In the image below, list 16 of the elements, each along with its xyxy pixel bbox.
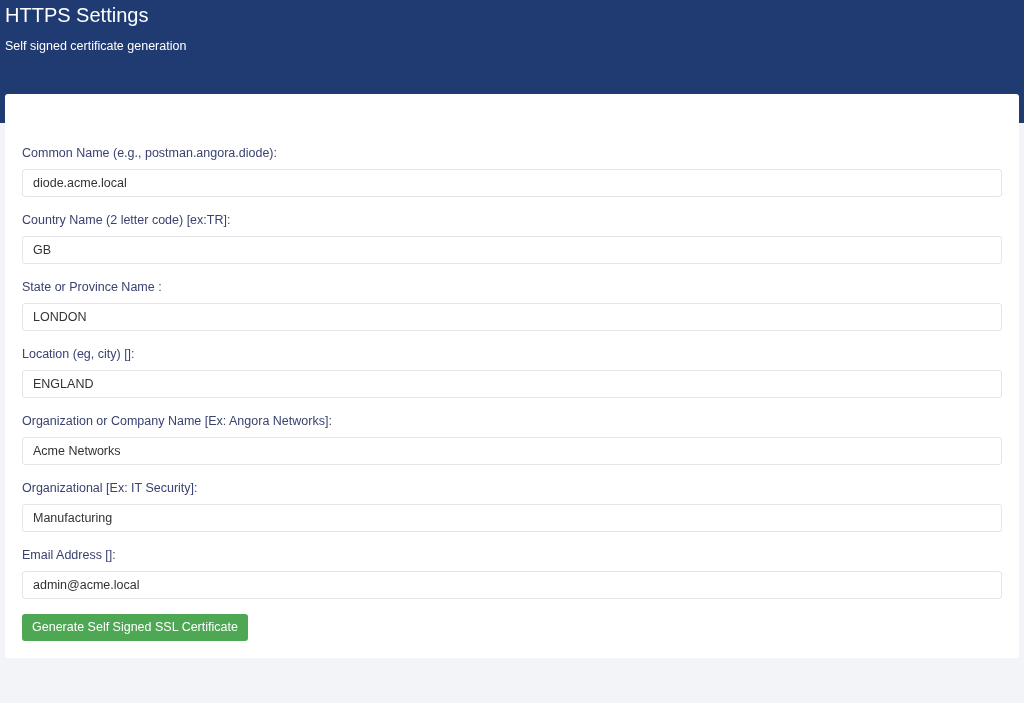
field-label: Country Name (2 letter code) [ex:TR]: xyxy=(22,212,232,228)
field-label: Email Address []: xyxy=(22,547,117,563)
text-field[interactable]: LONDON xyxy=(22,303,1002,331)
page-subtitle: Self signed certificate generation xyxy=(5,38,188,55)
field-label: Location (eg, city) []: xyxy=(22,346,136,362)
text-field[interactable]: Manufacturing xyxy=(22,504,1002,532)
text-field[interactable]: diode.acme.local xyxy=(22,169,1002,197)
text-field[interactable]: ENGLAND xyxy=(22,370,1002,398)
page-title: HTTPS Settings xyxy=(5,3,150,27)
text-field[interactable]: Acme Networks xyxy=(22,437,1002,465)
text-field[interactable]: admin@acme.local xyxy=(22,571,1002,599)
field-label: State or Province Name : xyxy=(22,279,163,295)
text-field[interactable]: GB xyxy=(22,236,1002,264)
field-label: Organizational [Ex: IT Security]: xyxy=(22,480,199,496)
field-label: Organization or Company Name [Ex: Angora Networks]: xyxy=(22,413,333,429)
field-label: Common Name (e.g., postman.angora.diode): xyxy=(22,145,278,161)
